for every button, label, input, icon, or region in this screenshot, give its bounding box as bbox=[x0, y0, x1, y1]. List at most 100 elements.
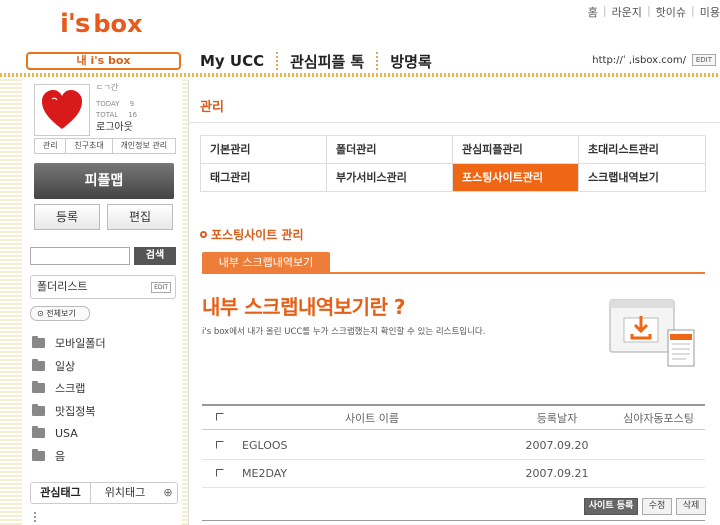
folder-label: 맛집정복 bbox=[55, 404, 96, 418]
reg-date: 2007.09.20 bbox=[525, 439, 589, 452]
site-name: ME2DAY bbox=[242, 467, 288, 480]
top-link-home[interactable]: 홈 bbox=[588, 4, 598, 20]
folder-icon bbox=[32, 358, 45, 371]
header-divider bbox=[0, 73, 720, 77]
folder-item[interactable]: 스크랩 bbox=[32, 377, 106, 400]
blog-url: http://ˈ ,isbox.com/ bbox=[592, 55, 686, 66]
top-links: 홈 | 라운지 | 핫이슈 | 미용 bbox=[588, 4, 720, 20]
folder-label: 모바일폴더 bbox=[55, 337, 106, 351]
section-title: 포스팅사이트 관리 bbox=[200, 226, 304, 243]
col-night-auto-posting: 심야자동포스팅 bbox=[623, 411, 694, 425]
table-row[interactable]: ME2DAY 2007.09.21 bbox=[202, 460, 705, 488]
view-all-label: 전체보기 bbox=[46, 309, 76, 318]
people-map-button[interactable]: 피플맵 bbox=[34, 163, 174, 199]
menu-interest-people-management[interactable]: 관심피플관리 bbox=[453, 136, 579, 164]
select-all-checkbox[interactable] bbox=[216, 413, 224, 421]
sidebar-stripe bbox=[0, 77, 22, 525]
profile-image[interactable] bbox=[34, 84, 90, 136]
folder-item[interactable]: 음 bbox=[32, 445, 106, 468]
folder-label: USA bbox=[55, 426, 78, 440]
folder-item[interactable]: USA bbox=[32, 422, 106, 445]
profile-tabs: 관리 친구초대 개인정보 관리 bbox=[34, 138, 176, 154]
top-link-sep: | bbox=[691, 4, 695, 17]
folder-item[interactable]: 일상 bbox=[32, 355, 106, 378]
folder-item[interactable]: 맛집정복 bbox=[32, 400, 106, 423]
menu-tag-management[interactable]: 태그관리 bbox=[201, 164, 327, 192]
content-heading: 내부 스크랩내역보기란 ? bbox=[202, 295, 406, 319]
management-menu: 기본관리 폴더관리 관심피플관리 초대리스트관리 태그관리 부가서비스관리 포스… bbox=[200, 135, 706, 192]
register-button[interactable]: 등록 bbox=[34, 204, 100, 230]
site-name: EGLOOS bbox=[242, 439, 288, 452]
col-site-name: 사이트 이름 bbox=[344, 411, 400, 425]
folder-icon bbox=[32, 426, 45, 439]
site-register-button[interactable]: 사이트 등록 bbox=[584, 498, 638, 515]
total-label: TOTAL bbox=[96, 111, 119, 119]
folder-list-title: 폴더리스트 bbox=[37, 280, 88, 293]
menu-scrap-history[interactable]: 스크랩내역보기 bbox=[579, 164, 706, 192]
table-row[interactable]: EGLOOS 2007.09.20 bbox=[202, 432, 705, 460]
menu-folder-management[interactable]: 폴더관리 bbox=[327, 136, 453, 164]
nav-my-ucc[interactable]: My UCC bbox=[200, 52, 276, 70]
radio-dot-icon: ⊙ bbox=[37, 309, 44, 318]
profile-tab-manage[interactable]: 관리 bbox=[35, 139, 67, 153]
folder-label: 일상 bbox=[55, 359, 76, 373]
folder-label: 음 bbox=[55, 449, 66, 463]
logout-link[interactable]: 로그아웃 bbox=[96, 122, 137, 133]
today-count: 9 bbox=[129, 100, 135, 108]
menu-addon-service-management[interactable]: 부가서비스관리 bbox=[327, 164, 453, 192]
edit-url-button[interactable]: EDIT bbox=[691, 54, 716, 66]
modify-button[interactable]: 수정 bbox=[642, 498, 672, 515]
bullet-icon bbox=[200, 231, 207, 238]
top-link-lounge[interactable]: 라운지 bbox=[612, 4, 642, 20]
folder-icon bbox=[32, 381, 45, 394]
isbox-logo[interactable]: i's box bbox=[60, 8, 143, 40]
today-label: TODAY bbox=[96, 100, 120, 108]
download-window-icon bbox=[609, 299, 695, 367]
tab-location-tag[interactable]: 위치태그 bbox=[91, 483, 159, 503]
profile-tab-invite[interactable]: 친구초대 bbox=[66, 139, 113, 153]
heart-icon bbox=[42, 90, 82, 129]
folder-edit-button[interactable]: EDIT bbox=[151, 282, 171, 293]
logo-is-text: i's bbox=[60, 9, 90, 39]
title-divider bbox=[188, 122, 720, 123]
profile-name: ㄷㄱ간 bbox=[96, 83, 119, 92]
edit-button[interactable]: 편집 bbox=[107, 204, 173, 230]
main-nav: My UCC 관심피플 톡 방명록 bbox=[200, 50, 444, 72]
content-bottom-border bbox=[202, 520, 705, 521]
row-checkbox[interactable] bbox=[216, 441, 224, 449]
folder-list: 모바일폴더 일상 스크랩 맛집정복 USA 음 bbox=[32, 332, 106, 467]
menu-invite-list-management[interactable]: 초대리스트관리 bbox=[579, 136, 706, 164]
col-reg-date: 등록날자 bbox=[536, 411, 578, 425]
mobile-folder-icon bbox=[32, 336, 45, 349]
folder-item[interactable]: 모바일폴더 bbox=[32, 332, 106, 355]
top-link-hot-issue[interactable]: 핫이슈 bbox=[656, 4, 686, 20]
nav-interest-people-talk[interactable]: 관심피플 톡 bbox=[290, 51, 376, 72]
search-button[interactable]: 검색 bbox=[134, 247, 176, 265]
folder-list-header: 폴더리스트 EDIT bbox=[30, 275, 176, 299]
reg-date: 2007.09.21 bbox=[525, 467, 589, 480]
nav-divider bbox=[376, 52, 379, 70]
my-isbox-button[interactable]: 내 i's box bbox=[26, 52, 181, 70]
nav-guestbook[interactable]: 방명록 bbox=[390, 51, 443, 72]
page-title: 관리 bbox=[200, 100, 224, 115]
profile-info: ㄷㄱ간 TODAY 9 TOTAL 16 로그아웃 bbox=[96, 82, 137, 133]
search-input[interactable] bbox=[30, 247, 130, 265]
nav-divider bbox=[276, 52, 279, 70]
view-all-button[interactable]: ⊙ 전체보기 bbox=[30, 306, 90, 321]
delete-button[interactable]: 삭제 bbox=[676, 498, 706, 515]
tab-interest-tag[interactable]: 관심태그 bbox=[31, 483, 91, 503]
content-description: i's box에서 내가 올린 UCC를 누가 스크랩했는지 확인할 수 있는 … bbox=[202, 327, 486, 337]
folder-icon bbox=[32, 403, 45, 416]
menu-posting-site-management[interactable]: 포스팅사이트관리 bbox=[453, 164, 579, 192]
tab-internal-scrap-history[interactable]: 내부 스크랩내역보기 bbox=[202, 252, 330, 273]
tag-tabs: 관심태그 위치태그 ⊕ bbox=[30, 482, 178, 504]
tab-underline bbox=[202, 272, 705, 274]
top-link-sep: | bbox=[646, 4, 651, 17]
total-count: 16 bbox=[128, 111, 138, 119]
folder-label: 스크랩 bbox=[55, 382, 86, 396]
menu-basic-management[interactable]: 기본관리 bbox=[201, 136, 327, 164]
row-checkbox[interactable] bbox=[216, 469, 224, 477]
plus-icon[interactable]: ⊕ bbox=[159, 483, 177, 503]
profile-tab-personal-info[interactable]: 개인정보 관리 bbox=[113, 139, 175, 153]
top-link-beauty[interactable]: 미용 bbox=[700, 4, 720, 20]
